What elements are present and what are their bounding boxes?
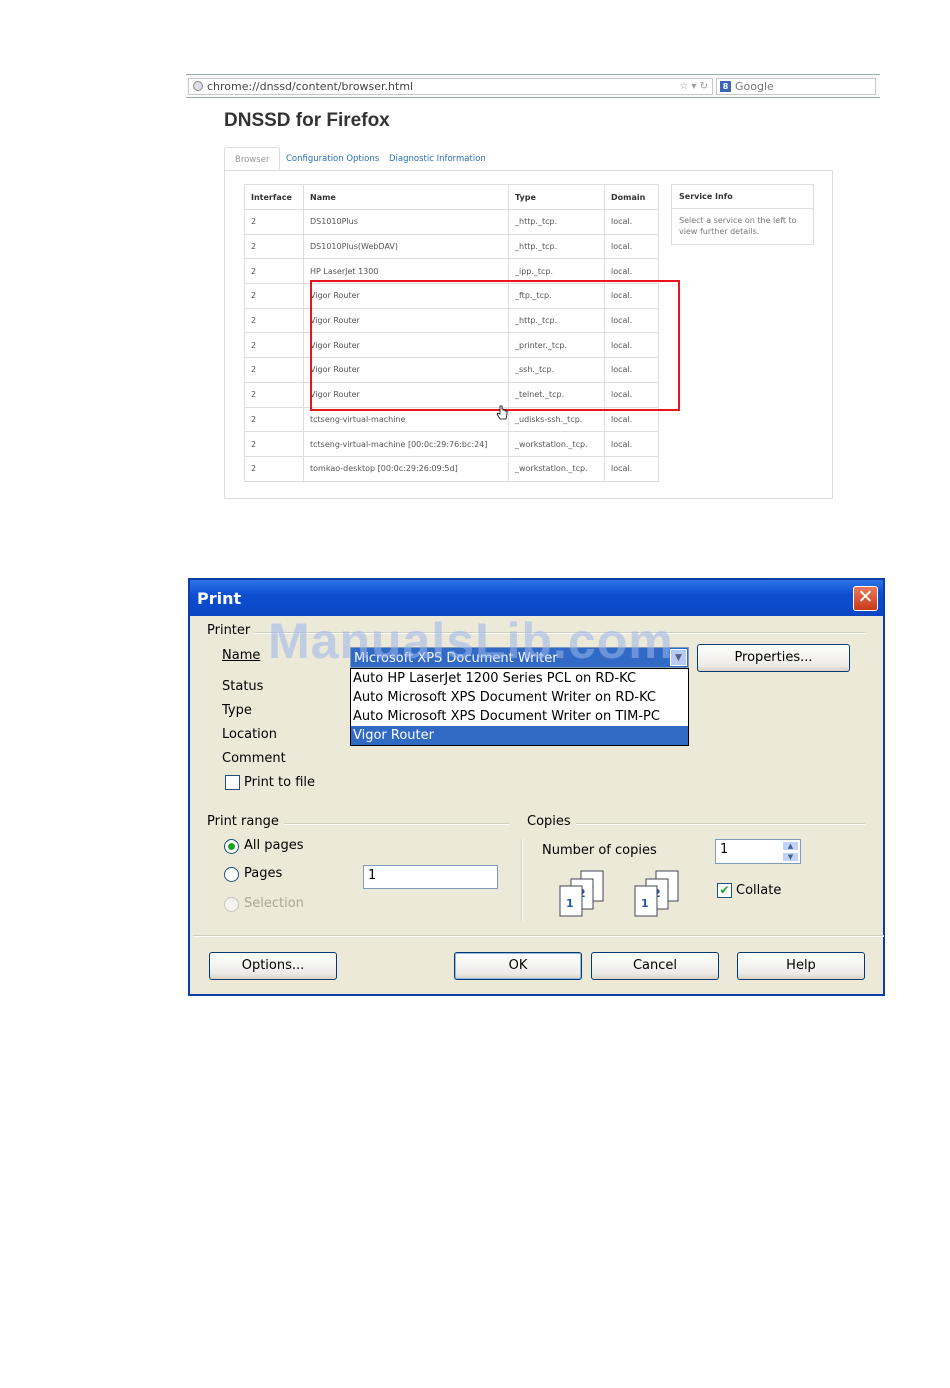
name-label: Name (222, 648, 260, 663)
cancel-button[interactable]: Cancel (591, 952, 719, 980)
collate-checkbox[interactable]: ✔ (717, 883, 732, 898)
svg-text:1: 1 (566, 897, 574, 910)
svg-text:1: 1 (641, 897, 649, 910)
help-button[interactable]: Help (737, 952, 865, 980)
copies-input[interactable]: 1 ▲ ▼ (715, 839, 801, 864)
type-label: Type (222, 703, 252, 718)
printer-group-label: Printer (207, 623, 256, 638)
cell-type: _workstation._tcp. (508, 431, 605, 457)
tab-browser[interactable]: Browser (224, 147, 281, 171)
browser-toolbar: chrome://dnssd/content/browser.html ☆ ▾ … (186, 74, 880, 98)
cell-name: tomkao-desktop [00:0c:29:26:09:5d] (303, 455, 509, 482)
watermark-text: ManualsLib.com (268, 613, 674, 669)
ok-button[interactable]: OK (454, 952, 582, 980)
dialog-title: Print (197, 589, 242, 608)
table-row[interactable]: 2 DS1010Plus(WebDAV) _http._tcp. local. (244, 233, 659, 260)
cell-domain: local. (604, 455, 659, 482)
pages-input[interactable]: 1 (363, 865, 498, 889)
close-icon[interactable]: ✕ (853, 586, 878, 611)
copies-group-label: Copies (527, 814, 576, 829)
cell-name: DS1010Plus(WebDAV) (303, 233, 509, 260)
spin-up-icon[interactable]: ▲ (782, 841, 799, 851)
search-placeholder: Google (735, 80, 774, 93)
cell-interface: 2 (244, 233, 304, 260)
cell-name: tctseng-virtual-machine [00:0c:29:76:bc:… (303, 431, 509, 457)
pages-radio[interactable] (224, 867, 239, 882)
name-label-text: Name (222, 648, 261, 663)
column-header-type: Type (508, 184, 605, 210)
properties-button[interactable]: Properties... (697, 644, 850, 672)
tab-configuration-options[interactable]: Configuration Options (276, 147, 389, 171)
printer-option[interactable]: Auto Microsoft XPS Document Writer on RD… (351, 688, 688, 707)
comment-label: Comment (222, 751, 286, 766)
hand-cursor-icon (496, 405, 508, 420)
selection-radio (224, 897, 239, 912)
cell-domain: local. (604, 233, 659, 260)
dialog-body: Printer Name Microsoft XPS Document Writ… (193, 617, 884, 991)
globe-icon (193, 81, 203, 91)
cell-interface: 2 (244, 357, 304, 383)
status-label: Status (222, 679, 264, 694)
selection-label: Selection (244, 896, 304, 911)
collate-pages-icon: 3 2 1 (634, 870, 679, 917)
search-bar[interactable]: 8 Google (716, 78, 876, 95)
buttons-separator (193, 935, 884, 937)
dialog-titlebar[interactable]: Print ✕ (190, 580, 883, 616)
cell-interface: 2 (244, 258, 304, 285)
print-to-file-label: Print to file (244, 775, 316, 790)
options-button[interactable]: Options... (209, 952, 337, 980)
cell-interface: 2 (244, 455, 304, 482)
column-header-name: Name (303, 184, 509, 210)
collate-label: Collate (736, 883, 782, 898)
service-info-text: Select a service on the left to view fur… (679, 216, 797, 236)
print-to-file-checkbox[interactable] (225, 775, 240, 790)
all-pages-label: All pages (244, 838, 304, 853)
copies-group-line (529, 823, 865, 825)
url-bar[interactable]: chrome://dnssd/content/browser.html ☆ ▾ … (188, 78, 713, 95)
cell-type: _workstation._tcp. (508, 455, 605, 482)
service-info-title: Service Info (672, 185, 813, 209)
printer-option[interactable]: Auto HP LaserJet 1200 Series PCL on RD-K… (351, 669, 688, 688)
cell-interface: 2 (244, 307, 304, 334)
printer-option[interactable]: Auto Microsoft XPS Document Writer on TI… (351, 707, 688, 726)
tab-diagnostic-information[interactable]: Diagnostic Information (379, 147, 496, 171)
vigor-router-highlight (310, 280, 680, 411)
copies-value: 1 (720, 842, 729, 857)
cell-domain: local. (604, 431, 659, 457)
cell-name: DS1010Plus (303, 209, 509, 235)
location-label: Location (222, 727, 277, 742)
spin-down-icon[interactable]: ▼ (782, 852, 799, 862)
cell-domain: local. (604, 209, 659, 235)
printer-dropdown-list: Auto HP LaserJet 1200 Series PCL on RD-K… (350, 668, 689, 746)
all-pages-radio[interactable] (224, 839, 239, 854)
bookmark-star-icon[interactable]: ☆ ▾ ↻ (679, 79, 708, 94)
cell-interface: 2 (244, 431, 304, 457)
cell-interface: 2 (244, 406, 304, 433)
column-header-interface: Interface (244, 184, 304, 210)
cell-type: _http._tcp. (508, 233, 605, 260)
page-title: DNSSD for Firefox (224, 110, 390, 131)
search-engine-icon[interactable]: 8 (720, 81, 731, 92)
cell-interface: 2 (244, 381, 304, 408)
number-of-copies-label: Number of copies (542, 843, 657, 858)
cell-interface: 2 (244, 332, 304, 359)
printer-option-vigor-router[interactable]: Vigor Router (351, 726, 688, 745)
table-row[interactable]: 2 tctseng-virtual-machine [00:0c:29:76:bc… (244, 431, 659, 457)
cell-interface: 2 (244, 283, 304, 309)
cell-type: _http._tcp. (508, 209, 605, 235)
pages-label: Pages (244, 866, 283, 881)
table-row[interactable]: 2 DS1010Plus _http._tcp. local. (244, 209, 659, 235)
table-header-row: Interface Name Type Domain (244, 184, 659, 210)
cell-interface: 2 (244, 209, 304, 235)
url-text: chrome://dnssd/content/browser.html (207, 80, 414, 93)
service-info-panel: Service Info Select a service on the lef… (671, 184, 814, 245)
copies-separator (521, 839, 523, 921)
print-range-group-label: Print range (207, 814, 284, 829)
collate-pages-icon: 3 2 1 (559, 870, 604, 917)
table-row[interactable]: 2 tomkao-desktop [00:0c:29:26:09:5d] _work… (244, 455, 659, 482)
column-header-domain: Domain (604, 184, 659, 210)
